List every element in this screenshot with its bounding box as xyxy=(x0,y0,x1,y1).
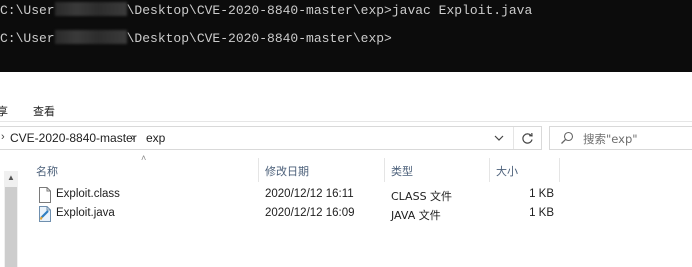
redacted-username xyxy=(54,30,127,44)
column-divider[interactable] xyxy=(258,158,259,182)
address-dropdown-button[interactable] xyxy=(489,128,509,148)
refresh-button[interactable] xyxy=(513,127,540,149)
search-box[interactable]: 搜索"exp" xyxy=(549,126,692,150)
address-row: › CVE-2020-8840-master › exp 搜索"exp" xyxy=(0,123,692,153)
file-row[interactable]: Exploit.class 2020/12/12 16:11 CLASS 文件 … xyxy=(22,186,582,205)
column-header-date[interactable]: 修改日期 xyxy=(265,163,309,179)
breadcrumb-item-root[interactable]: CVE-2020-8840-master xyxy=(10,131,137,145)
ribbon-divider xyxy=(0,121,692,122)
file-size: 1 KB xyxy=(529,207,554,219)
file-type: CLASS 文件 xyxy=(391,190,453,203)
address-bar[interactable]: › CVE-2020-8840-master › exp xyxy=(0,126,542,150)
file-name: Exploit.java xyxy=(56,207,115,219)
breadcrumb-overflow-icon[interactable]: › xyxy=(1,131,5,143)
console-path-prefix: C:\User xyxy=(0,31,55,46)
console-command-line: C:\User \Desktop\CVE-2020-8840-master\exp… xyxy=(0,2,532,20)
java-file-icon xyxy=(39,206,51,222)
file-name: Exploit.class xyxy=(56,188,120,200)
console-prompt-text[interactable]: \Desktop\CVE-2020-8840-master\exp> xyxy=(127,31,392,46)
console-path-prefix: C:\User xyxy=(0,3,55,18)
file-icon xyxy=(39,187,51,203)
column-divider[interactable] xyxy=(384,158,385,182)
tab-share[interactable]: 享 xyxy=(0,103,8,119)
file-size: 1 KB xyxy=(529,188,554,200)
breadcrumb-separator-icon[interactable]: › xyxy=(131,130,135,144)
breadcrumb-item-current[interactable]: exp xyxy=(146,131,165,145)
console-window: C:\User \Desktop\CVE-2020-8840-master\exp… xyxy=(0,0,692,72)
file-modified-date: 2020/12/12 16:11 xyxy=(265,188,354,200)
file-type: JAVA 文件 xyxy=(391,209,441,222)
console-command-text: \Desktop\CVE-2020-8840-master\exp>javac … xyxy=(126,3,533,18)
explorer-ribbon: 享 查看 xyxy=(0,72,692,122)
column-header-name[interactable]: 名称 xyxy=(36,163,58,179)
nav-scrollbar[interactable]: ▲ xyxy=(4,171,18,267)
column-divider[interactable] xyxy=(489,158,490,182)
refresh-icon xyxy=(521,132,533,144)
redacted-username xyxy=(54,2,127,16)
scrollbar-thumb[interactable] xyxy=(5,187,17,267)
chevron-down-icon xyxy=(494,135,504,141)
column-header-type[interactable]: 类型 xyxy=(391,163,413,179)
column-divider[interactable] xyxy=(559,158,560,182)
navigation-pane: ▲ xyxy=(0,153,20,267)
search-input[interactable]: 搜索"exp" xyxy=(583,131,638,147)
search-icon xyxy=(561,131,574,144)
file-list: ˄ 名称 修改日期 类型 大小 Exploit.class 2020/12/12… xyxy=(22,153,692,267)
tab-view[interactable]: 查看 xyxy=(33,103,55,119)
console-prompt-line: C:\User \Desktop\CVE-2020-8840-master\exp… xyxy=(0,30,392,48)
sort-ascending-icon: ˄ xyxy=(141,153,147,163)
file-modified-date: 2020/12/12 16:09 xyxy=(265,207,355,219)
file-row[interactable]: Exploit.java 2020/12/12 16:09 JAVA 文件 1 … xyxy=(22,205,582,224)
scroll-up-arrow-icon[interactable]: ▲ xyxy=(4,171,18,185)
column-header-size[interactable]: 大小 xyxy=(496,163,518,179)
